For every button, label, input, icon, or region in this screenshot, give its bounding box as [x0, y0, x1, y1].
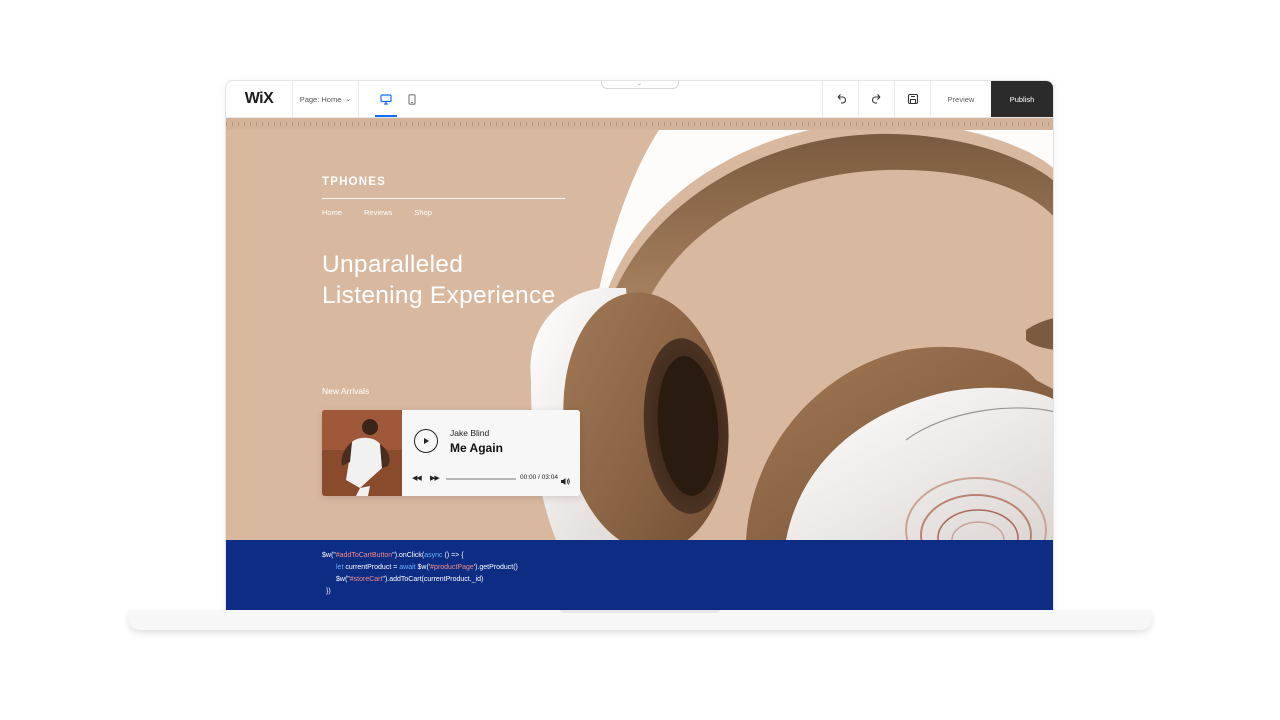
play-icon [424, 438, 429, 444]
album-cover [322, 410, 402, 496]
site-brand[interactable]: TPHONES [322, 176, 386, 188]
save-icon [907, 93, 918, 105]
device-switcher [359, 81, 425, 117]
site-nav: Home Reviews Shop [322, 208, 432, 217]
hero-title-line-2: Listening Experience [322, 282, 556, 309]
desktop-view-button[interactable] [373, 81, 399, 117]
publish-button[interactable]: Publish [991, 81, 1053, 117]
code-line: $w("#addToCartButton").onClick(async () … [322, 552, 464, 559]
redo-button[interactable] [858, 81, 894, 117]
track-title: Me Again [450, 441, 503, 455]
hero-title: Unparalleled Listening Experience [322, 249, 555, 311]
toolbar-collapse-handle[interactable]: ⌄ [601, 81, 679, 89]
page-selector-label: Page: Home [299, 94, 342, 104]
code-line: let currentProduct = await $w('#productP… [336, 564, 518, 571]
volume-icon [561, 478, 570, 485]
redo-icon [871, 94, 880, 104]
site-canvas[interactable]: TPHONES Home Reviews Shop Unparalleled L… [226, 130, 1053, 540]
play-button[interactable] [414, 429, 438, 453]
new-arrivals-heading: New Arrivals [322, 386, 370, 396]
skip-forward-icon: ▶▶ [430, 475, 440, 482]
laptop-notch [560, 610, 720, 613]
horizontal-ruler [226, 118, 1053, 130]
site-nav-shop[interactable]: Shop [414, 208, 432, 217]
laptop-base [128, 610, 1152, 630]
track-artist: Jake Blind [450, 428, 490, 438]
editor-window: WiX Page: Home ⌄ Preview Publish ⌄ TPHON… [225, 80, 1054, 612]
next-track-button[interactable]: ▶▶ [430, 474, 440, 482]
site-nav-home[interactable]: Home [322, 208, 342, 217]
chevron-down-icon: ⌄ [637, 81, 643, 87]
page-selector[interactable]: Page: Home ⌄ [293, 81, 359, 117]
mobile-icon [408, 93, 416, 105]
music-player: Jake Blind Me Again ◀◀ ▶▶ 00:00 / 03:04 [322, 410, 580, 496]
previous-track-button[interactable]: ◀◀ [412, 474, 422, 482]
preview-button[interactable]: Preview [930, 81, 991, 117]
undo-icon [837, 94, 846, 104]
code-line: $w("#storeCart").addToCart(currentProduc… [336, 576, 484, 583]
desktop-icon [380, 93, 392, 105]
hero-title-line-1: Unparalleled [322, 251, 464, 278]
chevron-down-icon: ⌄ [345, 96, 352, 103]
site-nav-reviews[interactable]: Reviews [364, 208, 392, 217]
brand-divider [322, 198, 565, 199]
save-button[interactable] [894, 81, 930, 117]
volume-button[interactable] [560, 473, 570, 491]
code-line: }) [326, 588, 331, 595]
undo-button[interactable] [822, 81, 858, 117]
skip-back-icon: ◀◀ [412, 475, 422, 482]
mobile-view-button[interactable] [399, 81, 425, 117]
track-progress-bar[interactable] [446, 478, 516, 480]
wix-logo[interactable]: WiX [226, 81, 293, 117]
code-panel[interactable]: $w("#addToCartButton").onClick(async () … [226, 540, 1053, 611]
track-time: 00:00 / 03:04 [520, 474, 558, 481]
